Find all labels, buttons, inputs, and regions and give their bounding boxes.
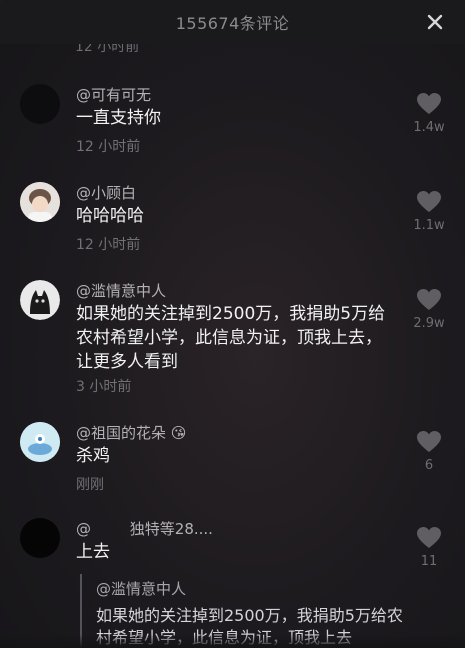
heart-icon <box>417 527 441 548</box>
comment-timestamp: 3 小时前 <box>76 379 132 395</box>
comment-username-text: @ <box>76 520 91 538</box>
like-count: 6 <box>424 458 434 473</box>
comment-text: 一直支持你 <box>76 108 161 128</box>
kiss-emoji-icon: 😘 <box>170 424 187 442</box>
comment-username[interactable]: @ 独特等28.... <box>76 518 213 539</box>
bottom-fade <box>0 634 465 648</box>
quoted-reply-username: @滥情意中人 <box>96 580 187 598</box>
comment-username[interactable]: @祖国的花朵 😘 <box>76 422 186 443</box>
comment-username[interactable]: @小顾白 <box>76 182 136 203</box>
heart-icon <box>417 191 441 212</box>
like-button[interactable]: 6 <box>407 430 451 473</box>
avatar[interactable] <box>20 84 60 124</box>
like-count: 11 <box>420 554 438 569</box>
avatar-photo-icon <box>20 182 60 222</box>
cartoon-avatar-icon <box>20 422 60 462</box>
comments-header: 155674条评论 <box>0 0 465 44</box>
heart-icon <box>417 93 441 114</box>
comment-text: 杀鸡 <box>76 446 110 466</box>
cat-avatar-icon <box>20 280 60 320</box>
comment-timestamp: 12 小时前 <box>76 139 141 155</box>
comment-text: 哈哈哈哈 <box>76 206 144 226</box>
avatar[interactable] <box>20 518 60 558</box>
comment-timestamp: 刚刚 <box>76 477 104 493</box>
like-count: 1.4w <box>413 120 445 135</box>
like-count: 1.1w <box>413 218 445 233</box>
like-button[interactable]: 1.1w <box>407 190 451 233</box>
avatar[interactable] <box>20 182 60 222</box>
comment-username[interactable]: @可有可无 <box>76 84 151 105</box>
heart-icon <box>417 431 441 452</box>
close-icon <box>427 14 443 30</box>
avatar[interactable] <box>20 280 60 320</box>
like-button[interactable]: 11 <box>407 526 451 569</box>
close-button[interactable] <box>423 10 447 34</box>
comment-username-suffix: 独特等28.... <box>129 520 213 538</box>
comment-text: 如果她的关注掉到2500万，我捐助5万给农村希望小学，此信息为证，顶我上去，让更… <box>76 304 386 372</box>
avatar[interactable] <box>20 422 60 462</box>
comment-count-title: 155674条评论 <box>175 14 290 33</box>
like-button[interactable]: 2.9w <box>407 288 451 331</box>
comments-sheet: 155674条评论 12 小时前 @可有可无 一直支持你 12 小时前 1.4w <box>0 0 465 648</box>
comment-username-text: @祖国的花朵 <box>76 424 167 442</box>
like-button[interactable]: 1.4w <box>407 92 451 135</box>
comment-username[interactable]: @滥情意中人 <box>76 280 166 301</box>
heart-icon <box>417 289 441 310</box>
comment-text: 上去 <box>76 542 110 562</box>
like-count: 2.9w <box>413 316 445 331</box>
comment-timestamp: 12 小时前 <box>76 237 141 253</box>
